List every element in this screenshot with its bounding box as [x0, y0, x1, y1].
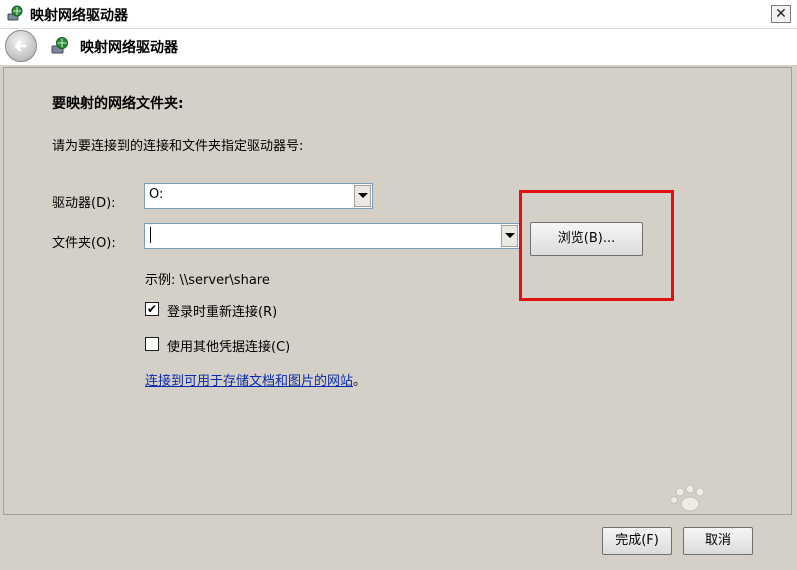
chevron-down-icon: [358, 193, 368, 198]
reconnect-label[interactable]: 登录时重新连接(R): [167, 301, 277, 320]
check-mark-icon: ✔: [147, 302, 158, 316]
red-highlight-box: [519, 190, 674, 301]
dialog-title: 映射网络驱动器: [80, 40, 178, 56]
folder-input[interactable]: [144, 223, 520, 249]
folder-dropdown-button[interactable]: [501, 225, 518, 247]
back-arrow-icon: [14, 40, 27, 52]
title-bar: 映射网络驱动器 ✕: [0, 0, 797, 29]
drive-value: O:: [149, 187, 164, 202]
close-icon: ✕: [775, 6, 787, 22]
drive-dropdown-button[interactable]: [354, 185, 371, 207]
text-cursor: [150, 227, 151, 243]
instruction-text: 请为要连接到的连接和文件夹指定驱动器号:: [52, 139, 304, 154]
baidu-watermark-logo: [670, 484, 705, 512]
reconnect-checkbox[interactable]: ✔: [145, 302, 159, 316]
network-drive-icon: [51, 37, 68, 54]
network-drive-icon: [7, 5, 23, 21]
example-text: 示例: \\server\share: [145, 273, 270, 288]
section-heading: 要映射的网络文件夹:: [52, 96, 184, 112]
close-button[interactable]: ✕: [771, 5, 791, 23]
window-title: 映射网络驱动器: [30, 8, 128, 24]
chevron-down-icon: [505, 233, 515, 238]
link-suffix: 。: [353, 374, 367, 389]
map-network-drive-dialog: 映射网络驱动器 ✕ 映射网络驱动器 要映射的网络文件夹: 请为要连接到的连接和文…: [0, 0, 797, 570]
drive-label: 驱动器(D):: [52, 196, 116, 211]
other-credentials-label[interactable]: 使用其他凭据连接(C): [167, 336, 290, 355]
navigation-bar: 映射网络驱动器: [0, 29, 797, 65]
link-text[interactable]: 连接到可用于存储文档和图片的网站: [145, 374, 353, 389]
drive-select[interactable]: O:: [144, 183, 373, 209]
storage-website-link[interactable]: 连接到可用于存储文档和图片的网站。: [145, 370, 366, 389]
folder-label: 文件夹(O):: [52, 236, 116, 251]
back-button[interactable]: [5, 30, 37, 62]
other-credentials-checkbox[interactable]: [145, 337, 159, 351]
